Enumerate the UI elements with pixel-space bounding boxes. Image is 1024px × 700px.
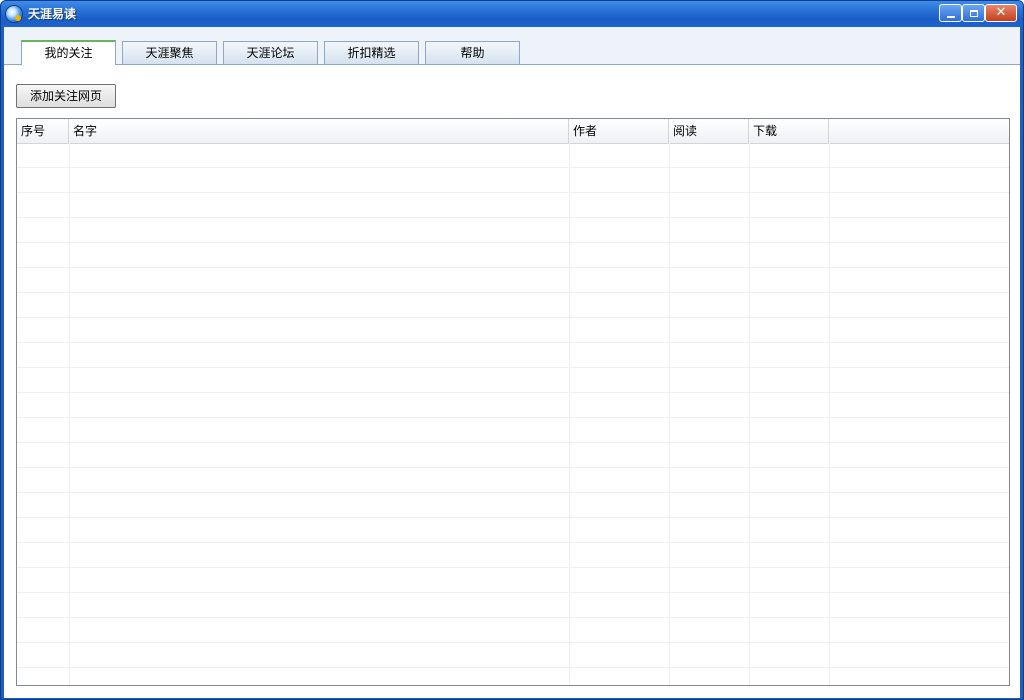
follow-list-table[interactable]: 序号 名字 作者 阅读 下载 — [16, 118, 1010, 686]
tab-tianya-forum[interactable]: 天涯论坛 — [223, 41, 318, 64]
add-follow-page-button[interactable]: 添加关注网页 — [16, 84, 116, 108]
table-row — [17, 493, 1009, 518]
table-row — [17, 593, 1009, 618]
column-header-reads[interactable]: 阅读 — [669, 119, 749, 143]
table-row — [17, 418, 1009, 443]
table-row — [17, 268, 1009, 293]
column-header-downloads[interactable]: 下载 — [749, 119, 829, 143]
table-header: 序号 名字 作者 阅读 下载 — [17, 119, 1009, 144]
app-icon — [6, 6, 22, 22]
table-row — [17, 243, 1009, 268]
column-header-author[interactable]: 作者 — [569, 119, 669, 143]
table-row — [17, 443, 1009, 468]
table-body — [17, 143, 1009, 685]
tab-discount-picks[interactable]: 折扣精选 — [324, 41, 419, 64]
column-gridline — [749, 143, 750, 685]
close-icon: ✕ — [995, 5, 1007, 20]
table-row — [17, 518, 1009, 543]
column-header-index[interactable]: 序号 — [17, 119, 69, 143]
table-row — [17, 318, 1009, 343]
client-area: 我的关注 天涯聚焦 天涯论坛 折扣精选 帮助 添加关注网页 序号 名字 作者 阅… — [4, 27, 1020, 698]
table-row — [17, 293, 1009, 318]
tab-tianya-focus[interactable]: 天涯聚焦 — [122, 41, 217, 64]
table-row — [17, 143, 1009, 168]
column-gridline — [829, 143, 830, 685]
table-row — [17, 193, 1009, 218]
title-bar[interactable]: 天涯易读 ✕ — [1, 1, 1023, 27]
table-row — [17, 468, 1009, 493]
close-button[interactable]: ✕ — [985, 4, 1017, 22]
minimize-icon — [946, 15, 955, 18]
column-gridline — [69, 143, 70, 685]
table-row — [17, 668, 1009, 685]
maximize-button[interactable] — [962, 4, 985, 22]
table-row — [17, 393, 1009, 418]
table-row — [17, 168, 1009, 193]
table-row — [17, 343, 1009, 368]
table-row — [17, 568, 1009, 593]
column-gridline — [669, 143, 670, 685]
app-window: 天涯易读 ✕ 我的关注 天涯聚焦 天涯论坛 折扣精选 帮助 添加关注网页 序号 … — [0, 0, 1024, 700]
table-row — [17, 543, 1009, 568]
table-row — [17, 618, 1009, 643]
minimize-button[interactable] — [939, 4, 962, 22]
table-row — [17, 218, 1009, 243]
maximize-icon — [969, 9, 978, 17]
table-row — [17, 643, 1009, 668]
column-gridline — [569, 143, 570, 685]
column-header-name[interactable]: 名字 — [69, 119, 569, 143]
window-title: 天涯易读 — [28, 7, 77, 21]
tab-help[interactable]: 帮助 — [425, 41, 520, 64]
table-row — [17, 368, 1009, 393]
tab-strip: 我的关注 天涯聚焦 天涯论坛 折扣精选 帮助 — [4, 27, 1020, 65]
tab-my-follows[interactable]: 我的关注 — [21, 40, 116, 65]
